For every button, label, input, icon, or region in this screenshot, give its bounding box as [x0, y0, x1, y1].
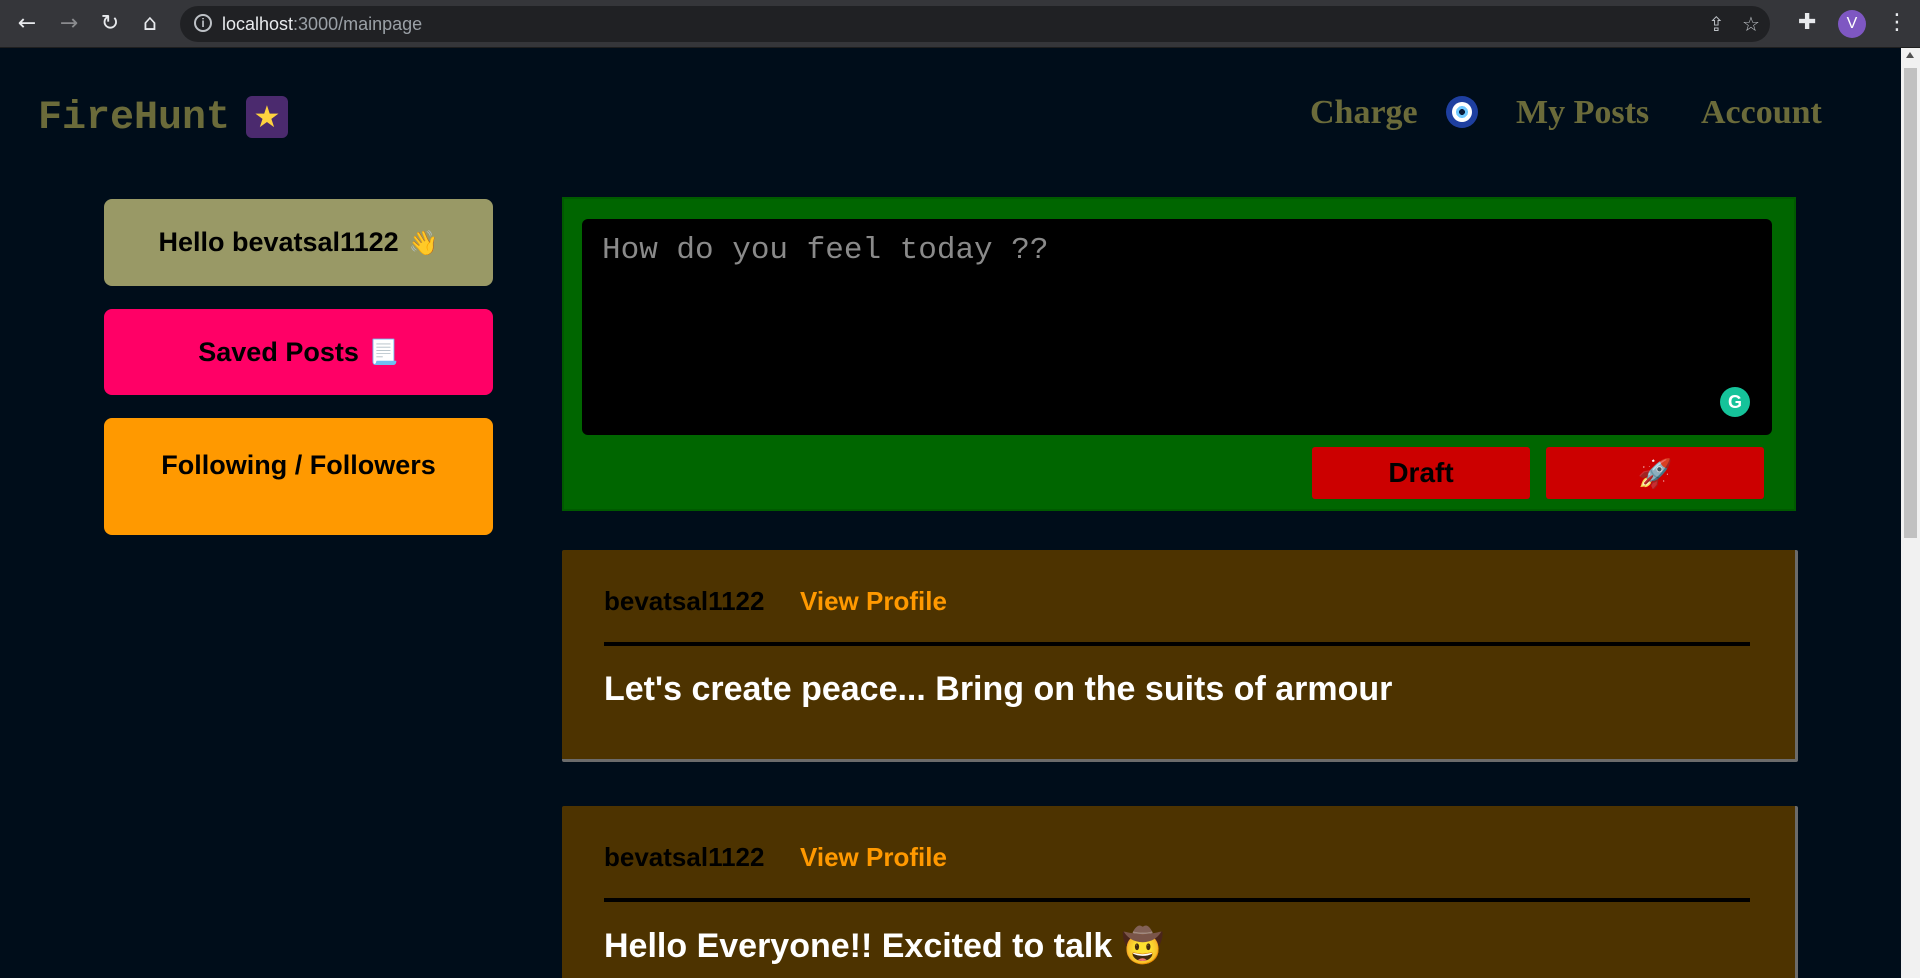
scroll-up-arrow-icon[interactable] [1906, 52, 1914, 58]
share-icon[interactable]: ⇪ [1708, 12, 1725, 36]
following-followers-button[interactable]: Following / Followers [104, 418, 493, 535]
view-profile-link[interactable]: View Profile [800, 842, 947, 873]
forward-icon[interactable]: → [55, 10, 83, 38]
post-input[interactable] [582, 219, 1772, 435]
view-profile-link[interactable]: View Profile [800, 586, 947, 617]
address-bar[interactable]: i localhost:3000/mainpage ⇪ ☆ [180, 6, 1770, 42]
saved-posts-label: Saved Posts [198, 336, 359, 367]
app-logo[interactable]: FireHunt [38, 96, 230, 141]
profile-avatar[interactable]: V [1838, 10, 1866, 38]
browser-toolbar: ← → ↻ ⌂ i localhost:3000/mainpage ⇪ ☆ ✚ … [0, 0, 1920, 48]
star-icon[interactable]: ☆ [1742, 12, 1760, 36]
waving-hand-icon: 👋 [408, 228, 439, 257]
nav-account[interactable]: Account [1701, 94, 1822, 132]
grammarly-icon[interactable]: G [1720, 387, 1750, 417]
post-composer: G Draft 🚀 [562, 197, 1796, 511]
post-username: bevatsal1122 [604, 842, 765, 872]
saved-posts-button[interactable]: Saved Posts 📃 [104, 309, 493, 395]
scrollbar-thumb[interactable] [1904, 68, 1917, 538]
menu-icon[interactable]: ⋮ [1886, 10, 1908, 35]
post-body: Hello Everyone!! Excited to talk 🤠 [604, 927, 1165, 965]
home-icon[interactable]: ⌂ [136, 10, 164, 38]
post-body: Let's create peace... Bring on the suits… [604, 670, 1393, 708]
post-card: bevatsal1122 View Profile Hello Everyone… [562, 806, 1798, 978]
post-rocket-button[interactable]: 🚀 [1546, 447, 1764, 499]
extensions-icon[interactable]: ✚ [1798, 10, 1816, 35]
evil-eye-icon [1446, 96, 1478, 128]
following-followers-label: Following / Followers [161, 450, 436, 480]
nav-my-posts[interactable]: My Posts [1516, 94, 1649, 132]
info-icon[interactable]: i [194, 14, 212, 32]
page-icon: 📃 [368, 338, 399, 366]
hello-user-button[interactable]: Hello bevatsal1122 👋 [104, 199, 493, 286]
draft-button[interactable]: Draft [1312, 447, 1530, 499]
nav-charge[interactable]: Charge [1310, 94, 1418, 132]
post-username: bevatsal1122 [604, 586, 765, 616]
url-text[interactable]: localhost:3000/mainpage [222, 14, 422, 35]
back-icon[interactable]: ← [13, 10, 41, 38]
page-scrollbar[interactable] [1901, 48, 1920, 978]
shooting-star-icon: ★ [246, 96, 288, 138]
post-divider [604, 898, 1750, 902]
reload-icon[interactable]: ↻ [96, 10, 124, 38]
post-divider [604, 642, 1750, 646]
hello-label: Hello bevatsal1122 [158, 227, 399, 257]
post-card: bevatsal1122 View Profile Let's create p… [562, 550, 1798, 762]
